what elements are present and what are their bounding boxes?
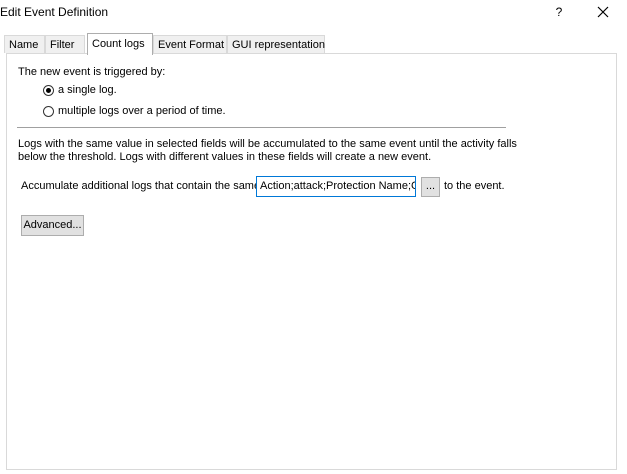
- tab-label: Filter: [50, 39, 75, 51]
- tab-label: Count logs: [92, 38, 145, 50]
- divider: [17, 127, 506, 129]
- tab-name[interactable]: Name: [4, 35, 45, 53]
- accumulate-fields-input[interactable]: Action;attack;Protection Name;C: [256, 176, 416, 197]
- multiple-logs-label[interactable]: multiple logs over a period of time.: [58, 105, 226, 117]
- accumulate-description-line1: Logs with the same value in selected fie…: [18, 138, 517, 150]
- title-bar: Edit Event Definition ?: [0, 0, 627, 24]
- trigger-heading: The new event is triggered by:: [18, 66, 166, 78]
- window-title: Edit Event Definition: [0, 5, 109, 19]
- tab-event-format[interactable]: Event Format: [153, 35, 227, 53]
- close-button[interactable]: [581, 0, 625, 24]
- tab-filter[interactable]: Filter: [45, 35, 85, 53]
- tab-label: Name: [9, 39, 39, 51]
- browse-fields-button[interactable]: ...: [421, 177, 440, 197]
- single-log-label[interactable]: a single log.: [58, 84, 117, 96]
- multiple-logs-radio[interactable]: [43, 106, 54, 117]
- tab-label: GUI representation: [232, 39, 325, 51]
- tab-gui-representation[interactable]: GUI representation: [227, 35, 325, 53]
- close-icon: [597, 6, 609, 18]
- accumulate-description-line2: below the threshold. Logs with different…: [18, 151, 432, 163]
- help-button[interactable]: ?: [537, 0, 581, 24]
- accumulate-suffix-label: to the event.: [444, 180, 505, 192]
- tab-count-logs[interactable]: Count logs: [87, 33, 153, 55]
- help-icon: ?: [555, 5, 563, 19]
- advanced-button[interactable]: Advanced...: [21, 215, 84, 236]
- tab-strip: Name Filter Count logs Event Format GUI …: [4, 33, 624, 55]
- accumulate-prefix-label: Accumulate additional logs that contain …: [21, 180, 261, 192]
- single-log-radio[interactable]: [43, 85, 54, 96]
- tab-label: Event Format: [158, 39, 225, 51]
